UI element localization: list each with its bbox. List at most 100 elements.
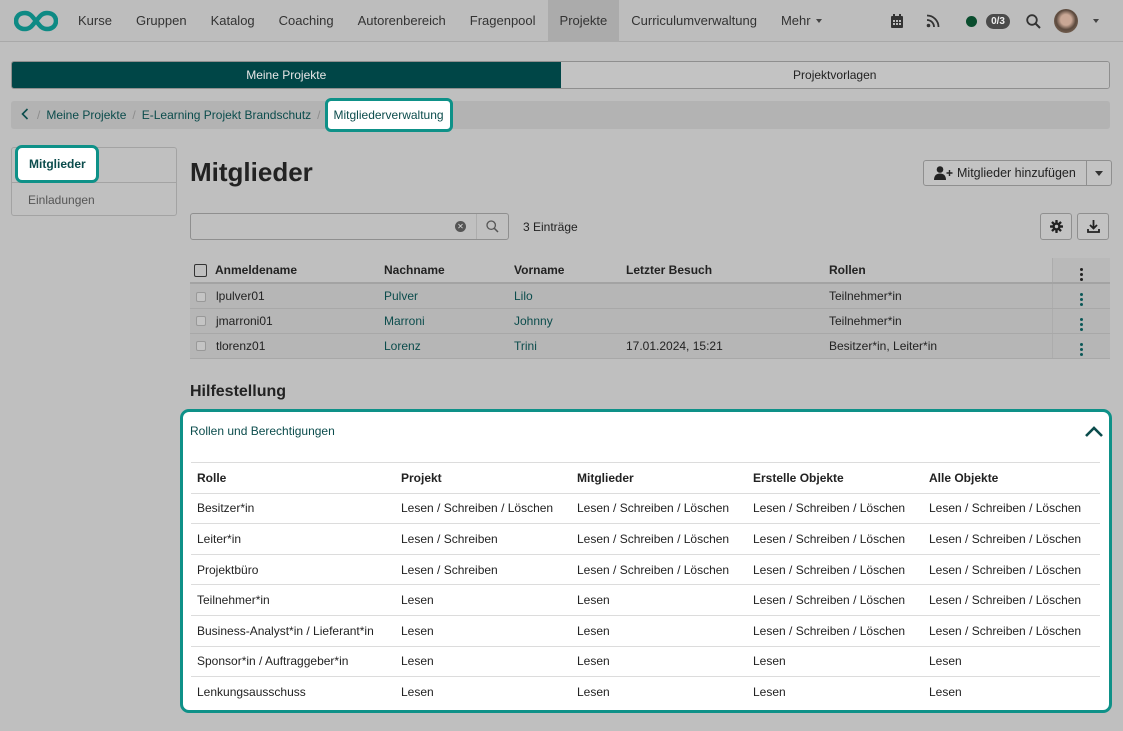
cell-roles: Teilnehmer*in <box>829 308 1052 334</box>
kebab-menu-icon[interactable] <box>1079 318 1083 331</box>
select-all-checkbox[interactable] <box>194 264 207 278</box>
kebab-menu-icon[interactable] <box>1079 293 1083 307</box>
tab-meine-projekte[interactable]: Meine Projekte <box>12 62 561 88</box>
row-checkbox[interactable] <box>196 316 206 327</box>
column-vorname[interactable]: Vorname <box>514 258 626 284</box>
cell-lastname[interactable]: Pulver <box>384 283 514 309</box>
cell-alle-objekte: Lesen / Schreiben / Löschen <box>923 523 1100 555</box>
breadcrumb: / Meine Projekte / E-Learning Projekt Br… <box>11 98 1110 132</box>
user-avatar[interactable] <box>1054 9 1078 33</box>
cell-login: tlorenz01 <box>190 333 384 359</box>
login-text: lpulver01 <box>216 288 265 303</box>
nav-autorenbereich[interactable]: Autorenbereich <box>346 0 458 42</box>
breadcrumb-meine-projekte[interactable]: Meine Projekte <box>46 108 126 122</box>
cell-last-visit: 17.01.2024, 15:21 <box>626 333 829 359</box>
cell-projekt: Lesen / Schreiben <box>395 553 571 585</box>
cell-mitglieder: Lesen <box>571 645 747 677</box>
cell-mitglieder: Lesen <box>571 676 747 708</box>
kebab-menu-icon[interactable] <box>1079 267 1083 281</box>
breadcrumb-separator: / <box>37 108 41 122</box>
cell-firstname[interactable]: Trini <box>514 333 626 359</box>
cell-rolle: Leiter*in <box>191 523 395 555</box>
cell-actions <box>1051 283 1110 309</box>
nav-fragenpool[interactable]: Fragenpool <box>458 0 548 42</box>
column-actions[interactable] <box>1051 258 1110 284</box>
permissions-row: Projektbüro Lesen / Schreiben Lesen / Schr… <box>191 553 1100 585</box>
kebab-menu-icon[interactable] <box>1079 343 1083 356</box>
permissions-row: Teilnehmer*in Lesen Lesen Lesen / Schreiben… <box>191 584 1100 616</box>
sidebar-item-mitglieder[interactable]: Mitglieder <box>15 145 99 183</box>
roles-permissions-panel: Rollen und Berechtigungen Rolle Projekt … <box>180 409 1112 713</box>
cell-alle-objekte: Lesen / Schreiben / Löschen <box>923 584 1100 616</box>
nav-curriculumverwaltung[interactable]: Curriculumverwaltung <box>619 0 769 42</box>
column-rollen[interactable]: Rollen <box>829 258 1052 284</box>
cell-erstelle-objekte: Lesen / Schreiben / Löschen <box>747 614 923 647</box>
nav-kurse[interactable]: Kurse <box>66 0 124 42</box>
cell-lastname[interactable]: Marroni <box>384 308 514 334</box>
column-nachname[interactable]: Nachname <box>384 258 514 284</box>
nav-katalog[interactable]: Katalog <box>199 0 267 42</box>
logo-icon[interactable] <box>14 9 58 33</box>
members-table: Anmeldename Nachname Vorname Letzter Bes… <box>190 258 1110 359</box>
nav-right-tools: 0/3 <box>888 0 1123 42</box>
breadcrumb-project[interactable]: E-Learning Projekt Brandschutz <box>142 108 311 122</box>
nav-coaching[interactable]: Coaching <box>267 0 346 42</box>
page-title: Mitglieder <box>190 157 313 187</box>
permissions-header-row: Rolle Projekt Mitglieder Erstelle Objekt… <box>191 462 1100 494</box>
table-row: lpulver01 Pulver Lilo Teilnehmer*in <box>190 283 1110 309</box>
search-input[interactable] <box>191 214 455 239</box>
column-erstelle-objekte: Erstelle Objekte <box>747 462 923 494</box>
permissions-row: Leiter*in Lesen / Schreiben Lesen / Schrei… <box>191 523 1100 555</box>
add-members-button[interactable]: Mitglieder hinzufügen <box>924 161 1087 185</box>
add-members-dropdown-toggle[interactable] <box>1087 161 1111 185</box>
cell-erstelle-objekte: Lesen <box>747 645 923 677</box>
rss-icon[interactable] <box>924 12 942 30</box>
user-menu-caret-icon[interactable] <box>1093 19 1099 23</box>
chevron-left-icon[interactable] <box>21 107 29 123</box>
cell-mitglieder: Lesen / Schreiben / Löschen <box>571 553 747 585</box>
cell-mitglieder: Lesen <box>571 584 747 616</box>
search-button[interactable] <box>476 214 508 239</box>
tab-projektvorlagen[interactable]: Projektvorlagen <box>560 62 1109 88</box>
nav-gruppen[interactable]: Gruppen <box>124 0 199 42</box>
nav-mehr-label: Mehr <box>780 13 811 28</box>
cell-roles: Teilnehmer*in <box>829 283 1052 309</box>
cell-firstname[interactable]: Johnny <box>514 308 626 334</box>
cell-erstelle-objekte: Lesen / Schreiben / Löschen <box>747 523 923 555</box>
chevron-up-icon[interactable] <box>1084 424 1104 440</box>
cell-rolle: Besitzer*in <box>191 492 395 524</box>
cell-rolle: Teilnehmer*in <box>191 584 395 616</box>
caret-down-icon <box>815 18 822 23</box>
cell-roles: Besitzer*in, Leiter*in <box>829 333 1052 359</box>
cell-alle-objekte: Lesen / Schreiben / Löschen <box>923 614 1100 647</box>
cell-projekt: Lesen <box>395 584 571 616</box>
row-checkbox[interactable] <box>196 341 206 352</box>
breadcrumb-current: Mitgliederverwaltung <box>324 98 453 132</box>
panel-title[interactable]: Rollen und Berechtigungen <box>190 424 335 438</box>
row-checkbox[interactable] <box>196 291 206 302</box>
column-letzter-besuch[interactable]: Letzter Besuch <box>626 258 829 284</box>
caret-down-icon <box>1094 170 1103 176</box>
notification-badge[interactable]: 0/3 <box>986 13 1010 29</box>
table-row: jmarroni01 Marroni Johnny Teilnehmer*in <box>190 308 1110 334</box>
search-icon[interactable] <box>1024 12 1042 30</box>
download-button[interactable] <box>1077 213 1109 240</box>
add-members-button-group: Mitglieder hinzufügen <box>923 160 1112 186</box>
cell-erstelle-objekte: Lesen <box>747 676 923 708</box>
column-rolle: Rolle <box>191 462 395 494</box>
column-anmeldename[interactable]: Anmeldename <box>190 258 384 284</box>
sidebar-item-einladungen[interactable]: Einladungen <box>12 182 176 216</box>
search-field: ✕ <box>190 213 509 240</box>
cell-rolle: Business-Analyst*in / Lieferant*in <box>191 614 395 647</box>
table-settings-button[interactable] <box>1040 213 1072 240</box>
cell-mitglieder: Lesen <box>571 614 747 647</box>
nav-mehr[interactable]: Mehr <box>769 0 834 42</box>
nav-projekte[interactable]: Projekte <box>547 0 620 42</box>
cell-firstname[interactable]: Lilo <box>514 283 626 309</box>
online-status-indicator[interactable] <box>966 15 978 27</box>
calendar-icon[interactable] <box>888 12 906 30</box>
cell-alle-objekte: Lesen <box>923 645 1100 677</box>
clear-search-icon[interactable]: ✕ <box>455 221 466 232</box>
cell-lastname[interactable]: Lorenz <box>384 333 514 359</box>
search-icon <box>486 220 499 233</box>
